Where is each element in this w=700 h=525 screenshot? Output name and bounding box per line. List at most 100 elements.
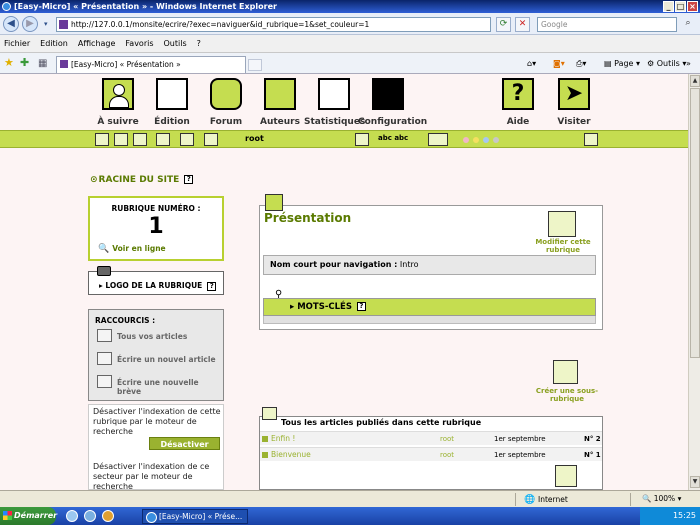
color-dot-yellow[interactable] <box>473 137 479 143</box>
history-dropdown-icon[interactable]: ▾ <box>44 21 52 28</box>
toolbar-palette-icon[interactable] <box>355 133 369 146</box>
search-icon[interactable]: ⌕ <box>680 17 696 32</box>
modifier-rubrique-link[interactable]: Modifier cette rubrique <box>530 238 596 254</box>
nav-label: À suivre <box>97 117 139 127</box>
tab-active[interactable]: [Easy-Micro] « Présentation » <box>56 56 246 73</box>
more-chevron-icon[interactable]: » <box>686 57 691 70</box>
forward-button[interactable]: ▶ <box>22 16 38 32</box>
favorites-star-icon[interactable]: ★ <box>4 57 14 69</box>
toolbar-eye-icon[interactable] <box>204 133 218 146</box>
new-breve-icon <box>97 375 112 388</box>
menu-bar: Fichier Edition Affichage Favoris Outils… <box>0 35 700 53</box>
tab-list-icon[interactable]: ▦ <box>38 58 47 69</box>
tab-page-icon <box>60 60 68 68</box>
article-author[interactable]: root <box>440 432 454 446</box>
taskbar: Démarrer [Easy-Micro] « Prése... 15:25 <box>0 507 700 525</box>
nav-auteurs[interactable]: Auteurs <box>250 78 310 130</box>
stop-icon[interactable]: ✕ <box>515 17 530 32</box>
back-button[interactable]: ◀ <box>3 16 19 32</box>
article-title[interactable]: Bienvenue <box>271 448 311 462</box>
quicklaunch-desktop-icon[interactable] <box>84 510 96 522</box>
article-title[interactable]: Enfin ! <box>271 432 295 446</box>
start-button[interactable]: Démarrer <box>0 507 57 525</box>
refresh-icon[interactable]: ⟳ <box>496 17 511 32</box>
nav-aide[interactable]: ? Aide <box>488 78 548 130</box>
color-dot-blue[interactable] <box>483 137 489 143</box>
toolbar-home-icon[interactable] <box>95 133 109 146</box>
clock: 15:25 <box>672 511 696 520</box>
scroll-thumb[interactable] <box>690 88 700 358</box>
nav-visiter[interactable]: ➤ Visiter <box>544 78 604 130</box>
edition-pen-icon <box>156 78 188 110</box>
help-icon[interactable]: ? <box>184 175 194 184</box>
a-suivre-icon <box>102 78 134 110</box>
raccourci-nouvelle-breve[interactable]: Écrire une nouvelle brève <box>97 375 221 396</box>
feeds-icon[interactable]: ◙▾ <box>553 57 565 70</box>
rubrique-number-box: RUBRIQUE NUMÉRO : 1 Voir en ligne <box>88 196 224 261</box>
maximize-button[interactable]: □ <box>675 1 686 12</box>
toolbar-mail-icon[interactable] <box>180 133 194 146</box>
nav-configuration[interactable]: Configuration <box>358 78 427 130</box>
nav-forum[interactable]: Forum <box>196 78 256 130</box>
menu-edition[interactable]: Edition <box>40 35 68 52</box>
racine-du-site[interactable]: RACINE DU SITE? <box>90 175 194 185</box>
toolbar-pointer-icon[interactable] <box>114 133 128 146</box>
indexation-box: Désactiver l'indexation de cette rubriqu… <box>88 404 224 490</box>
modifier-rubrique-icon[interactable] <box>548 211 576 237</box>
desactiver-button[interactable]: Désactiver <box>149 437 220 450</box>
table-row[interactable]: Bienvenue root 1er septembre N° 1 <box>260 447 602 461</box>
menu-favoris[interactable]: Favoris <box>125 35 153 52</box>
toolbar-edit-icon[interactable] <box>156 133 170 146</box>
color-dot-pink[interactable] <box>463 137 469 143</box>
add-favorite-icon[interactable]: ✚ <box>20 57 29 69</box>
search-input[interactable]: Google <box>537 17 677 32</box>
zoom-level[interactable]: 🔍 100% ▾ <box>642 491 681 507</box>
logo-rubrique-box[interactable]: ▸ LOGO DE LA RUBRIQUE? <box>88 266 224 295</box>
rubrique-title: RUBRIQUE NUMÉRO : <box>111 204 201 213</box>
status-square-icon <box>262 436 268 442</box>
menu-affichage[interactable]: Affichage <box>78 35 116 52</box>
raccourci-tous-articles[interactable]: Tous vos articles <box>97 329 221 342</box>
help-icon[interactable]: ? <box>207 281 217 291</box>
minimize-button[interactable]: _ <box>663 1 674 12</box>
menu-help[interactable]: ? <box>197 35 201 52</box>
raccourci-nouvel-article[interactable]: Écrire un nouvel article <box>97 352 221 365</box>
taskbar-window-item[interactable]: [Easy-Micro] « Prése... <box>142 509 248 524</box>
scroll-down-icon[interactable]: ▼ <box>690 476 700 488</box>
nav-edition[interactable]: Édition <box>142 78 202 130</box>
creer-sous-rubrique-icon[interactable] <box>553 360 578 384</box>
nav-label: Visiter <box>557 117 591 127</box>
color-dot-grey[interactable] <box>493 137 499 143</box>
toolbar-layout-small-icon[interactable] <box>428 133 448 146</box>
new-tab-button[interactable] <box>248 59 262 71</box>
vertical-scrollbar[interactable]: ▲ ▼ <box>688 74 700 490</box>
mots-cles-toggle[interactable]: ▸ MOTS-CLÉS? <box>263 298 596 316</box>
tools-menu[interactable]: ⚙ Outils ▾ <box>647 57 686 70</box>
quicklaunch-media-icon[interactable] <box>102 510 114 522</box>
close-button[interactable]: × <box>687 1 698 12</box>
scroll-up-icon[interactable]: ▲ <box>690 75 700 87</box>
help-icon[interactable]: ? <box>356 302 366 311</box>
article-author[interactable]: root <box>440 448 454 462</box>
toolbar-exit-icon[interactable] <box>584 133 598 146</box>
menu-fichier[interactable]: Fichier <box>4 35 30 52</box>
address-input[interactable]: http://127.0.0.1/monsite/ecrire/?exec=na… <box>56 17 491 32</box>
ecrire-article-icon[interactable] <box>555 465 577 487</box>
voir-en-ligne-link[interactable]: Voir en ligne <box>98 244 165 254</box>
page-menu[interactable]: ▤ Page ▾ <box>604 57 640 70</box>
quicklaunch-ie-icon[interactable] <box>66 510 78 522</box>
toolbar-search-icon[interactable] <box>133 133 147 146</box>
toolbar-language-abc[interactable]: abc abc <box>378 134 408 142</box>
nav-statistiques[interactable]: Statistiques <box>304 78 365 130</box>
window-controls: _ □ × <box>663 1 698 12</box>
print-icon[interactable]: ⎙▾ <box>576 57 586 70</box>
table-row[interactable]: Enfin ! root 1er septembre N° 2 <box>260 431 602 445</box>
spip-sub-toolbar: root abc abc <box>0 130 688 148</box>
articles-list-icon <box>262 407 277 420</box>
home-icon[interactable]: ⌂▾ <box>527 57 536 70</box>
menu-outils[interactable]: Outils <box>164 35 187 52</box>
creer-sous-rubrique-link[interactable]: Créer une sous-rubrique <box>534 387 600 403</box>
nav-a-suivre[interactable]: À suivre <box>88 78 148 130</box>
status-bar: Internet 🔍 100% ▾ <box>0 490 700 508</box>
raccourcis-box: RACCOURCIS : Tous vos articles Écrire un… <box>88 309 224 401</box>
